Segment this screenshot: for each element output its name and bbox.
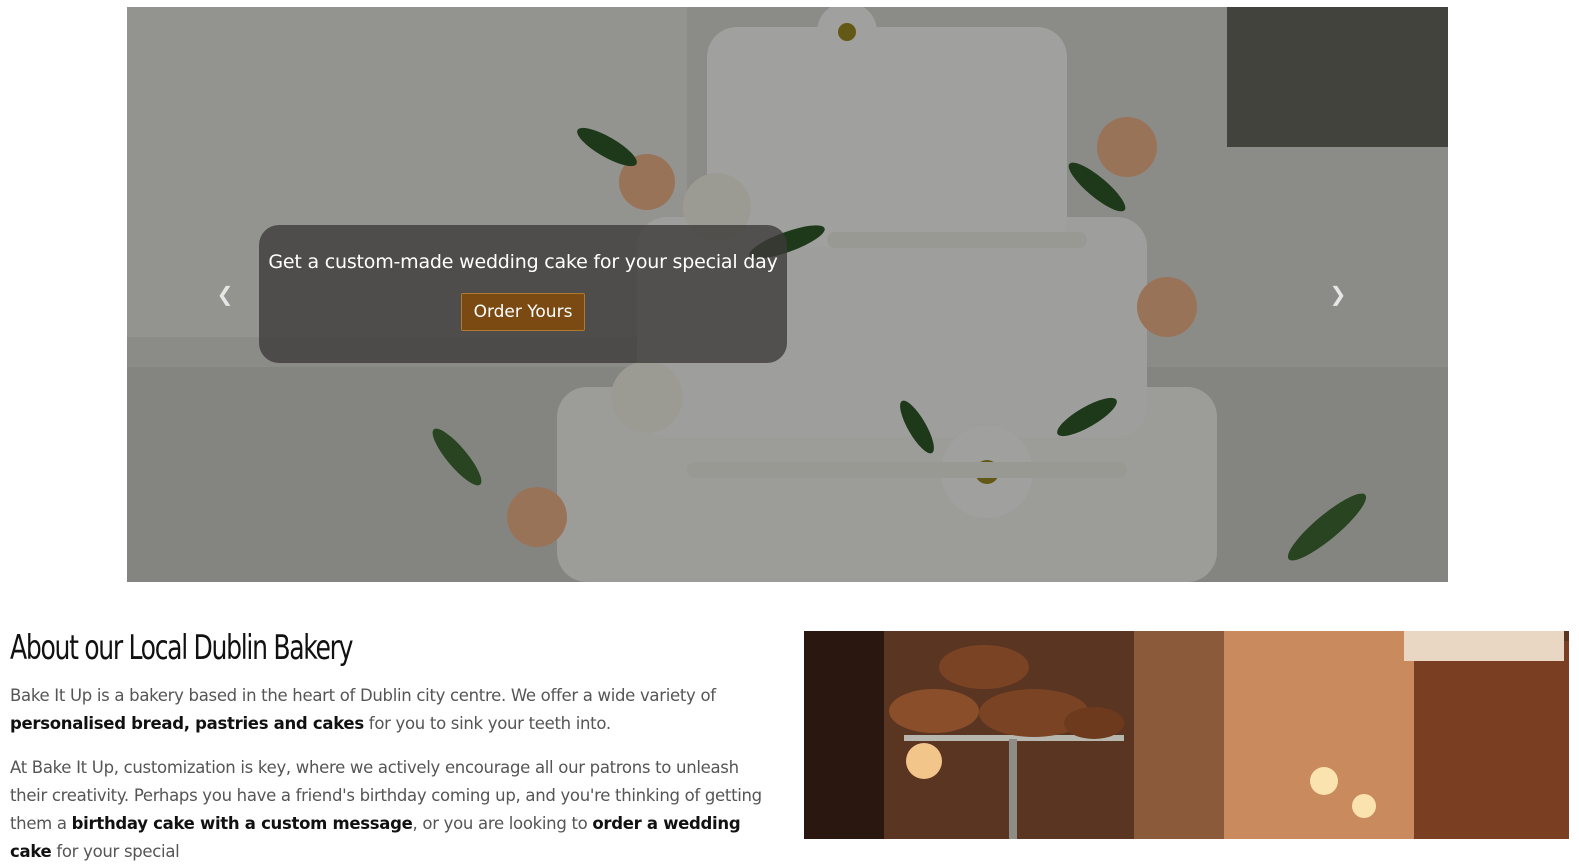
about-p2-mid: , or you are looking to [412,814,593,833]
about-paragraph-2: At Bake It Up, customization is key, whe… [10,754,770,866]
chevron-left-icon[interactable]: ❮ [213,282,237,306]
about-p2-bold-1: birthday cake with a custom message [71,814,413,833]
about-heading: About our Local Dublin Bakery [10,628,353,668]
pastries-photo [804,631,1569,839]
carousel-caption-text: Get a custom-made wedding cake for your … [268,251,778,273]
about-section: About our Local Dublin Bakery Bake It Up… [10,628,770,866]
about-p1-bold: personalised bread, pastries and cakes [10,714,364,733]
about-p2-end: for your special [51,842,180,861]
order-yours-button[interactable]: Order Yours [460,293,586,331]
hero-carousel: ❮ ❯ Get a custom-made wedding cake for y… [127,7,1448,582]
about-p1-start: Bake It Up is a bakery based in the hear… [10,686,716,705]
about-p1-end: for you to sink your teeth into. [363,714,611,733]
pastries-photo-svg [804,631,1569,839]
carousel-caption: Get a custom-made wedding cake for your … [259,225,787,363]
chevron-right-icon[interactable]: ❯ [1326,282,1350,306]
about-paragraph-1: Bake It Up is a bakery based in the hear… [10,682,770,738]
